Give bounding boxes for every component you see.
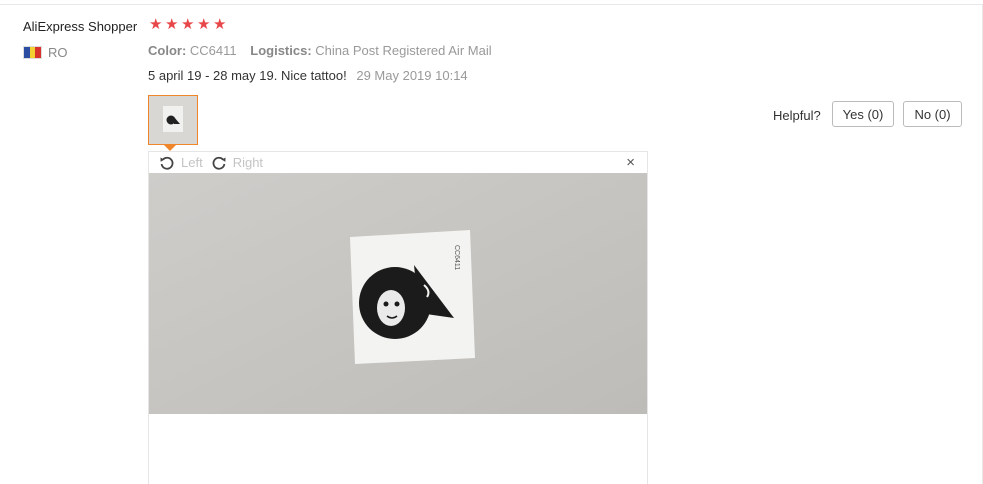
rotate-right-icon xyxy=(212,156,226,170)
helpful-label: Helpful? xyxy=(773,108,821,123)
reviewer-name: AliExpress Shopper xyxy=(23,19,138,34)
review-body: 5 april 19 - 28 may 19. Nice tattoo! 29 … xyxy=(148,68,468,83)
helpful-yes-button[interactable]: Yes (0) xyxy=(832,101,894,127)
rotate-right-label: Right xyxy=(232,155,264,170)
tattoo-code-label: CC6411 xyxy=(453,245,460,270)
review-text: 5 april 19 - 28 may 19. Nice tattoo! xyxy=(148,68,347,83)
photo-viewer-toolbar: Left Right × xyxy=(149,152,647,173)
star-icon: ★ xyxy=(181,16,195,33)
rotate-right-button[interactable]: Right xyxy=(211,155,263,171)
order-meta: Color: CC6411 Logistics: China Post Regi… xyxy=(148,43,502,58)
tattoo-thumbnail-image xyxy=(149,96,197,144)
rotate-left-button[interactable]: Left xyxy=(159,155,203,171)
romania-flag-icon xyxy=(23,46,42,59)
reviewer-country: RO xyxy=(48,45,68,60)
color-label: Color: xyxy=(148,43,187,58)
helpful-no-button[interactable]: No (0) xyxy=(903,101,962,127)
star-icon: ★ xyxy=(149,16,163,33)
tattoo-photo-image: CC6411 xyxy=(149,173,647,414)
star-icon: ★ xyxy=(165,16,179,33)
star-icon: ★ xyxy=(197,16,211,33)
logistics-label: Logistics: xyxy=(250,43,312,58)
logistics-value: China Post Registered Air Mail xyxy=(315,43,492,58)
top-divider xyxy=(0,4,983,5)
star-icon: ★ xyxy=(213,16,227,33)
color-value: CC6411 xyxy=(189,43,237,58)
close-viewer-icon[interactable]: × xyxy=(626,154,635,171)
rotate-left-icon xyxy=(160,156,174,170)
review-photo-thumbnail[interactable] xyxy=(148,95,198,145)
review-photo: CC6411 xyxy=(149,173,647,414)
review-date: 29 May 2019 10:14 xyxy=(356,68,468,83)
rotate-left-label: Left xyxy=(181,155,203,170)
photo-viewer: Left Right × CC6411 xyxy=(148,151,648,484)
rating-stars: ★ ★ ★ ★ ★ xyxy=(149,16,227,33)
